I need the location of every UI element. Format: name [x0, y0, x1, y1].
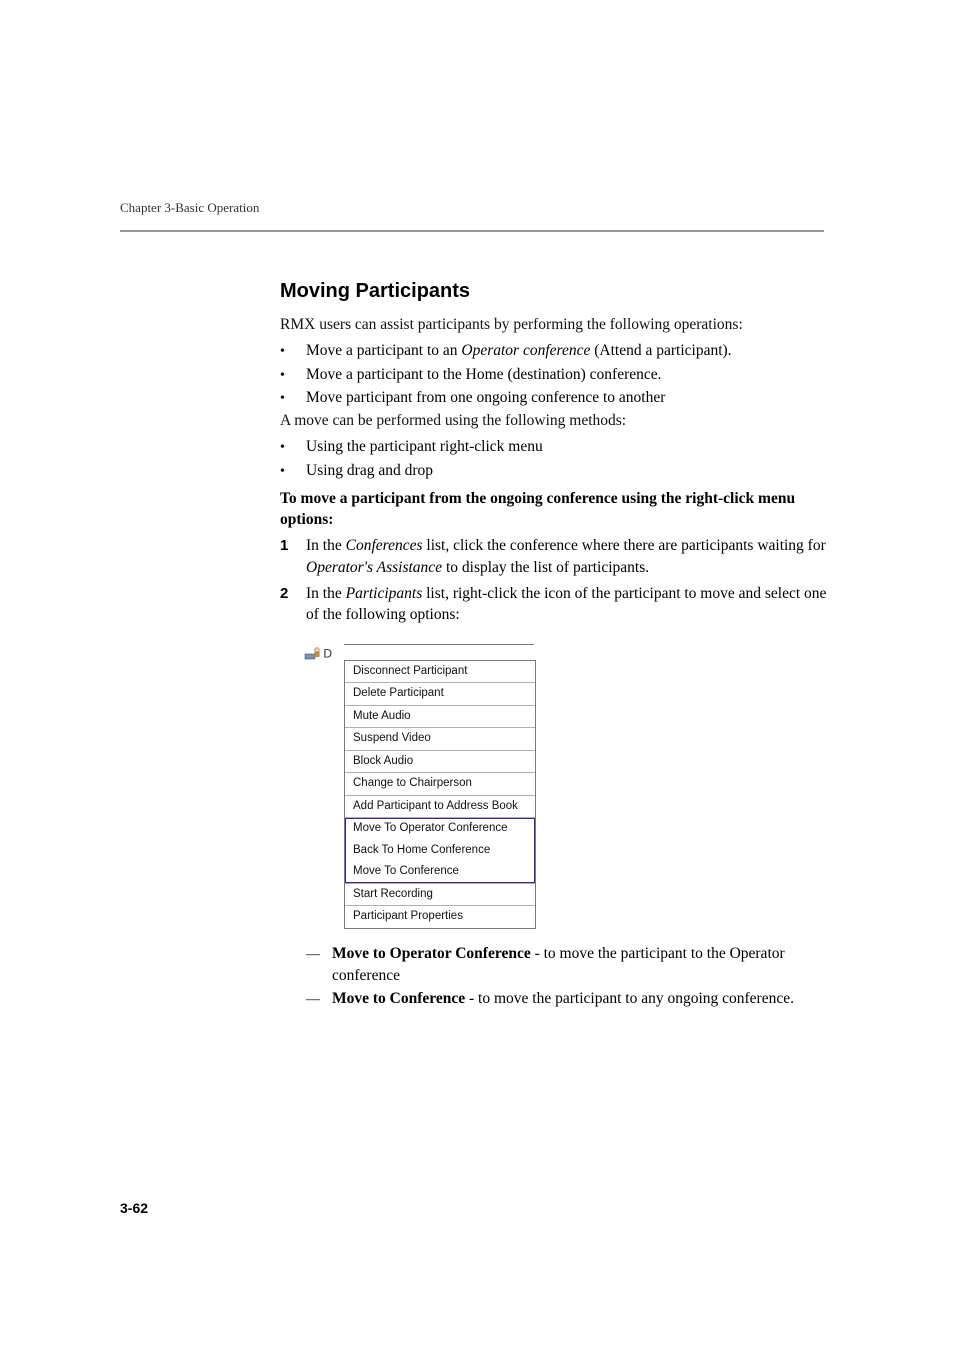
bullet-text: Move a participant to an Operator confer… [306, 340, 835, 362]
bullet-icon [280, 387, 306, 409]
dash-text: Move to Operator Conference - to move th… [332, 943, 835, 986]
list-item: Move to Conference - to move the partici… [306, 988, 835, 1010]
bullet-icon [280, 340, 306, 362]
menu-item-back-home[interactable]: Back To Home Conference [345, 840, 535, 862]
menu-item-mute-audio[interactable]: Mute Audio [345, 706, 535, 728]
bullet-text: Using drag and drop [306, 460, 835, 482]
bullet-icon [280, 460, 306, 482]
menu-item-start-recording[interactable]: Start Recording [345, 884, 535, 906]
bullet-text: Using the participant right-click menu [306, 436, 835, 458]
menu-item-disconnect[interactable]: Disconnect Participant [345, 661, 535, 683]
step-number: 1 [280, 535, 306, 556]
list-item: Using the participant right-click menu [280, 436, 835, 458]
main-content: Moving Participants RMX users can assist… [280, 280, 835, 1010]
step-text: In the Conferences list, click the confe… [306, 535, 835, 578]
section-title: Moving Participants [280, 280, 835, 303]
bullet-icon [280, 436, 306, 458]
list-item: Move a participant to the Home (destinat… [280, 364, 835, 386]
instruction-heading: To move a participant from the ongoing c… [280, 489, 835, 531]
bullet-icon [280, 364, 306, 386]
menu-item-block-audio[interactable]: Block Audio [345, 751, 535, 773]
dash-icon [306, 988, 332, 1010]
context-menu-figure: D Disconnect Participant Delete Particip… [304, 644, 835, 929]
menu-item-delete[interactable]: Delete Participant [345, 683, 535, 705]
step-number: 2 [280, 583, 306, 604]
menu-top-rule [344, 644, 534, 660]
bullet-text: Move a participant to the Home (destinat… [306, 364, 835, 386]
step-item: 2 In the Participants list, right-click … [280, 583, 835, 626]
step-text: In the Participants list, right-click th… [306, 583, 835, 626]
dash-text: Move to Conference - to move the partici… [332, 988, 835, 1010]
bullet-text: Move participant from one ongoing confer… [306, 387, 835, 409]
list-item: Move a participant to an Operator confer… [280, 340, 835, 362]
menu-item-move-to-operator[interactable]: Move To Operator Conference [345, 818, 535, 840]
participant-icon [304, 646, 320, 663]
context-menu-wrap: Disconnect Participant Delete Participan… [344, 644, 536, 929]
menu-item-move-to-conference[interactable]: Move To Conference [345, 861, 535, 883]
context-menu: Disconnect Participant Delete Participan… [344, 660, 536, 929]
stub-label: D [323, 647, 332, 661]
list-item: Using drag and drop [280, 460, 835, 482]
list-item: Move to Operator Conference - to move th… [306, 943, 835, 986]
page-number: 3-62 [120, 1200, 148, 1216]
menu-item-suspend-video[interactable]: Suspend Video [345, 728, 535, 750]
intro-paragraph: RMX users can assist participants by per… [280, 315, 835, 336]
list-item: Move participant from one ongoing confer… [280, 387, 835, 409]
menu-item-properties[interactable]: Participant Properties [345, 906, 535, 928]
menu-item-change-chairperson[interactable]: Change to Chairperson [345, 773, 535, 795]
dash-icon [306, 943, 332, 965]
highlighted-move-group: Move To Operator Conference Back To Home… [345, 818, 535, 883]
methods-lead: A move can be performed using the follow… [280, 411, 835, 432]
participant-row-stub: D [304, 644, 344, 663]
step-item: 1 In the Conferences list, click the con… [280, 535, 835, 578]
menu-item-add-to-address-book[interactable]: Add Participant to Address Book [345, 796, 535, 818]
